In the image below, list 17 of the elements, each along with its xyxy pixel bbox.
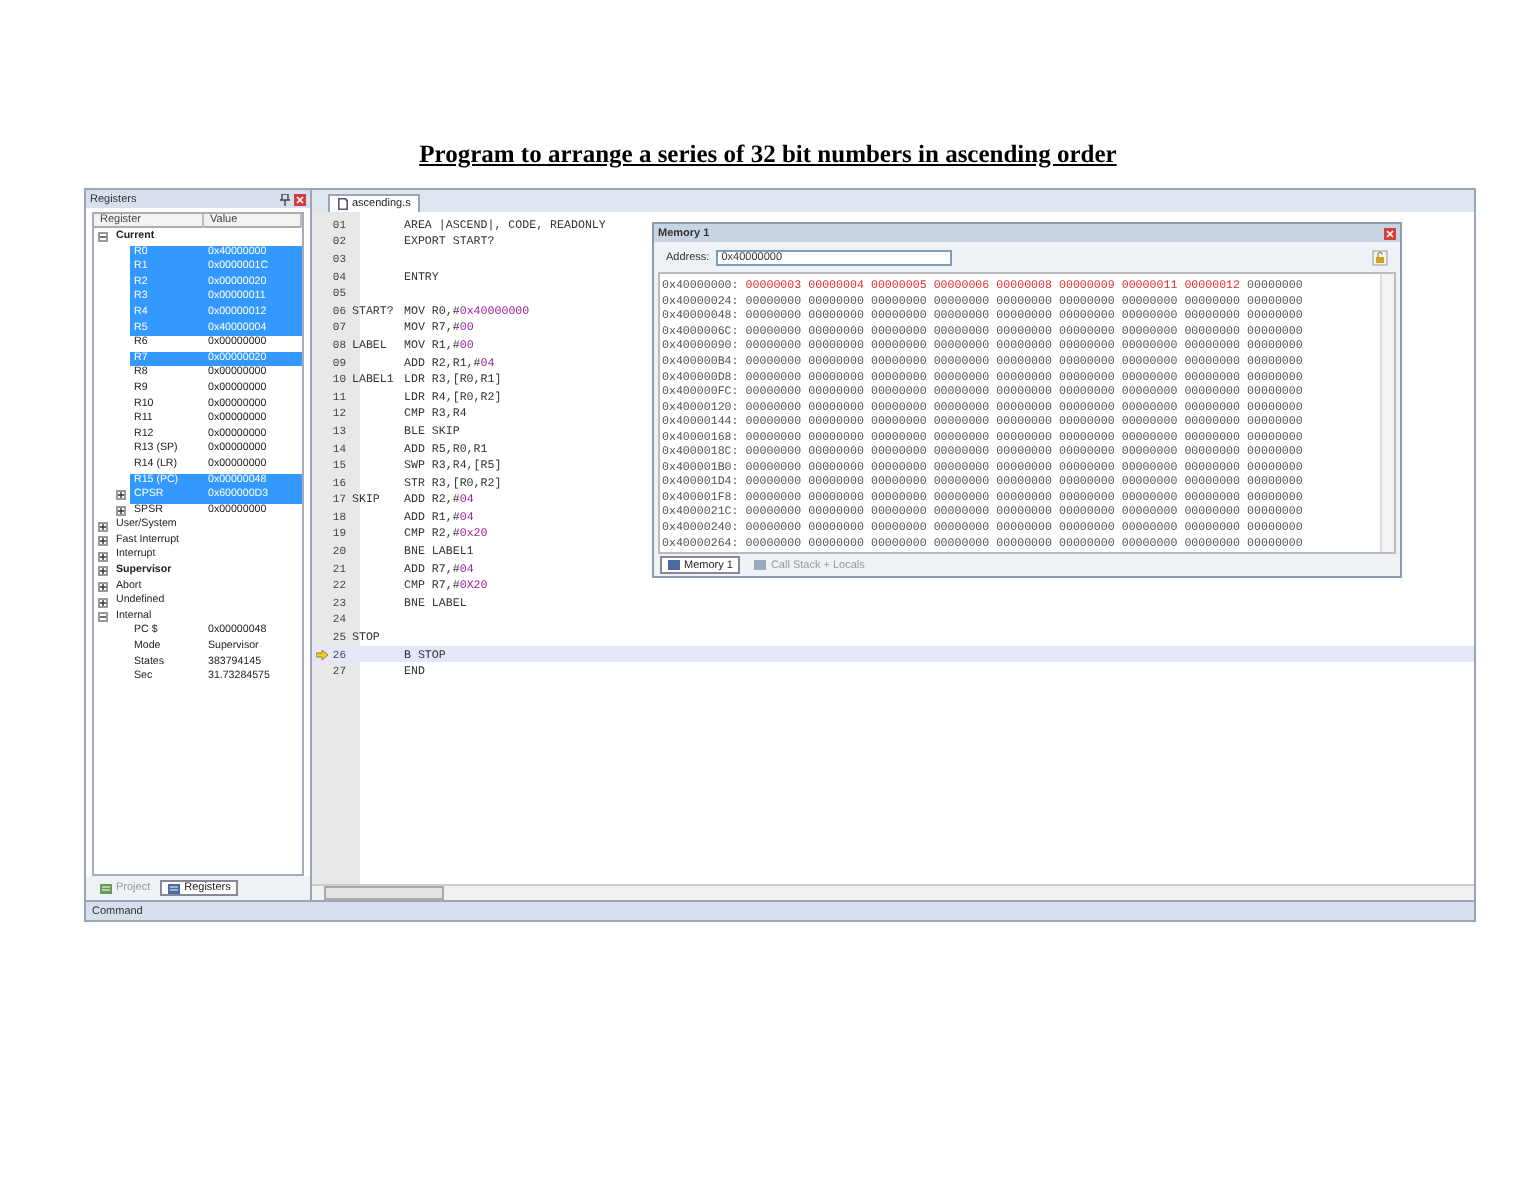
file-icon [338,198,348,210]
close-icon[interactable] [294,193,306,205]
page-title: Program to arrange a series of 32 bit numbers in ascending order [419,140,1117,170]
expand-icon[interactable] [116,505,126,516]
list-icon [168,883,181,893]
collapse-icon[interactable] [98,612,108,623]
close-icon[interactable] [1384,227,1396,239]
pin-icon[interactable] [280,193,290,205]
expand-icon[interactable] [98,521,108,532]
expand-icon[interactable] [98,551,108,562]
expand-icon[interactable] [98,597,108,608]
expand-icon[interactable] [116,490,126,501]
expand-icon[interactable] [98,566,108,577]
collapse-icon[interactable] [98,232,108,243]
arrow-icon [316,649,328,660]
expand-icon[interactable] [98,581,108,592]
expand-icon[interactable] [98,536,108,547]
